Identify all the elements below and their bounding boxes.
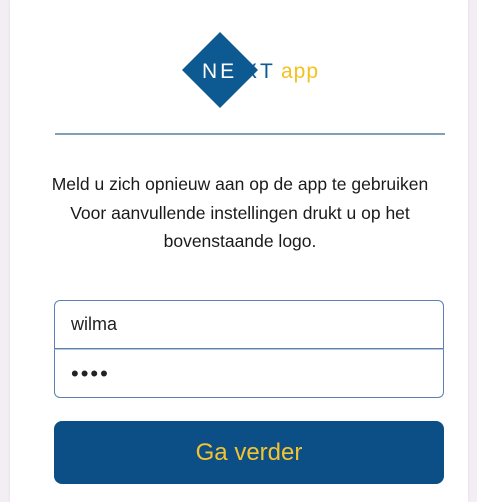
- logo-text-ne: NE: [202, 60, 237, 83]
- message-line-2: Voor aanvullende instellingen drukt u op…: [70, 202, 410, 252]
- logo-text-xt: XT: [243, 60, 276, 83]
- relogin-message: Meld u zich opnieuw aan op de app te geb…: [40, 170, 440, 256]
- logo-text-app: app: [281, 60, 319, 83]
- nextapp-logo[interactable]: NE XT app: [180, 30, 350, 110]
- password-input[interactable]: [54, 349, 444, 398]
- message-line-1: Meld u zich opnieuw aan op de app te geb…: [51, 174, 429, 194]
- continue-button[interactable]: Ga verder: [54, 421, 444, 484]
- username-input[interactable]: [54, 300, 444, 349]
- login-card: NE XT app Meld u zich opnieuw aan op de …: [10, 0, 468, 502]
- header-divider: [55, 133, 445, 135]
